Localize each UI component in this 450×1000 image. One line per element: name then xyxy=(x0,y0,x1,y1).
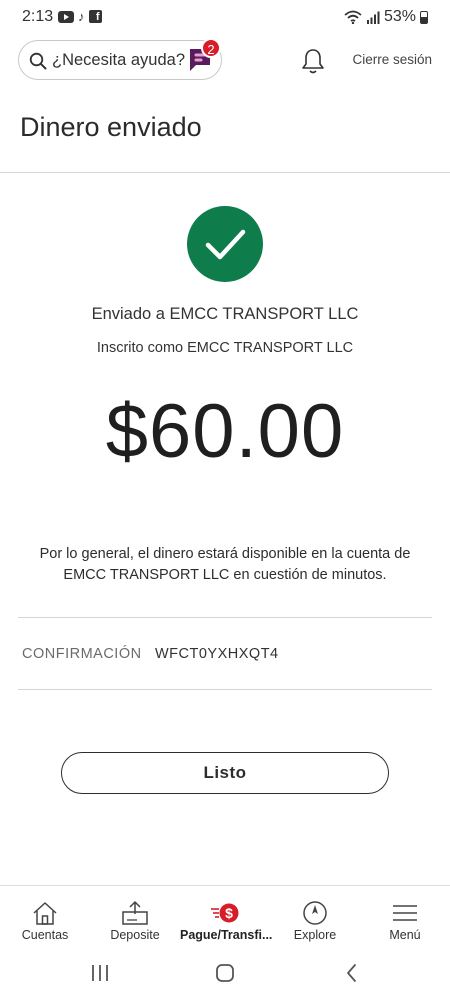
status-time: 2:13 xyxy=(22,8,54,25)
menu-icon xyxy=(393,905,417,921)
nav-label: Explore xyxy=(293,928,337,942)
availability-message: Por lo general, el dinero estará disponi… xyxy=(39,546,411,583)
back-icon[interactable] xyxy=(342,963,362,983)
nav-label: Menú xyxy=(389,928,421,942)
nav-item-accounts[interactable]: Cuentas xyxy=(0,886,90,948)
tiktok-icon: ♪ xyxy=(78,8,85,24)
notification-icons: ♪ f xyxy=(58,10,102,23)
nav-item-explore[interactable]: Explore xyxy=(270,886,360,948)
bottom-nav: Cuentas Deposite $ Pague/Transfi... Expl… xyxy=(0,885,450,947)
nav-item-menu[interactable]: Menú xyxy=(360,886,450,948)
logout-link[interactable]: Cierre sesión xyxy=(352,52,432,67)
search-icon xyxy=(29,52,47,70)
deposit-icon xyxy=(122,901,148,925)
divider xyxy=(0,172,450,173)
battery-percent: 53% xyxy=(383,8,416,25)
bell-icon[interactable] xyxy=(300,47,326,75)
amount-sent: $60.00 xyxy=(105,389,345,474)
home-button-icon[interactable] xyxy=(215,963,235,983)
nav-label: Deposite xyxy=(110,928,160,942)
search-placeholder: ¿Necesita ayuda? xyxy=(52,51,185,69)
nav-label: Cuentas xyxy=(21,928,69,942)
notification-badge: 2 xyxy=(201,38,221,58)
status-bar: 2:13 ♪ f 53% xyxy=(0,0,450,34)
system-status: 53% xyxy=(344,8,428,26)
recipient-text: Enviado a EMCC TRANSPORT LLC xyxy=(91,305,359,323)
confirmation-number: WFCT0YXHXQT4 xyxy=(155,646,279,662)
divider xyxy=(18,617,432,618)
wifi-icon xyxy=(344,10,362,24)
page-title: Dinero enviado xyxy=(20,112,202,142)
compass-icon xyxy=(303,901,327,925)
youtube-icon xyxy=(58,10,74,23)
home-icon xyxy=(33,902,57,925)
nav-item-pay-transfer[interactable]: $ Pague/Transfi... xyxy=(180,886,273,948)
divider xyxy=(18,689,432,690)
confirmation-label: CONFIRMACIÓN xyxy=(22,646,142,662)
done-button[interactable]: Listo xyxy=(61,752,389,794)
svg-text:$: $ xyxy=(225,905,233,921)
facebook-icon: f xyxy=(88,10,102,23)
pay-transfer-icon: $ xyxy=(211,903,239,923)
battery-icon xyxy=(420,10,428,24)
success-check-icon xyxy=(187,206,263,282)
app-header: ¿Necesita ayuda? 2 Cierre sesión xyxy=(0,38,450,82)
recent-apps-icon[interactable] xyxy=(90,963,110,983)
signal-icon xyxy=(366,11,380,24)
system-nav-bar xyxy=(0,950,450,1000)
nav-item-deposit[interactable]: Deposite xyxy=(90,886,180,948)
enrolled-as-text: Inscrito como EMCC TRANSPORT LLC xyxy=(96,340,354,356)
nav-label: Pague/Transfi... xyxy=(180,928,273,942)
